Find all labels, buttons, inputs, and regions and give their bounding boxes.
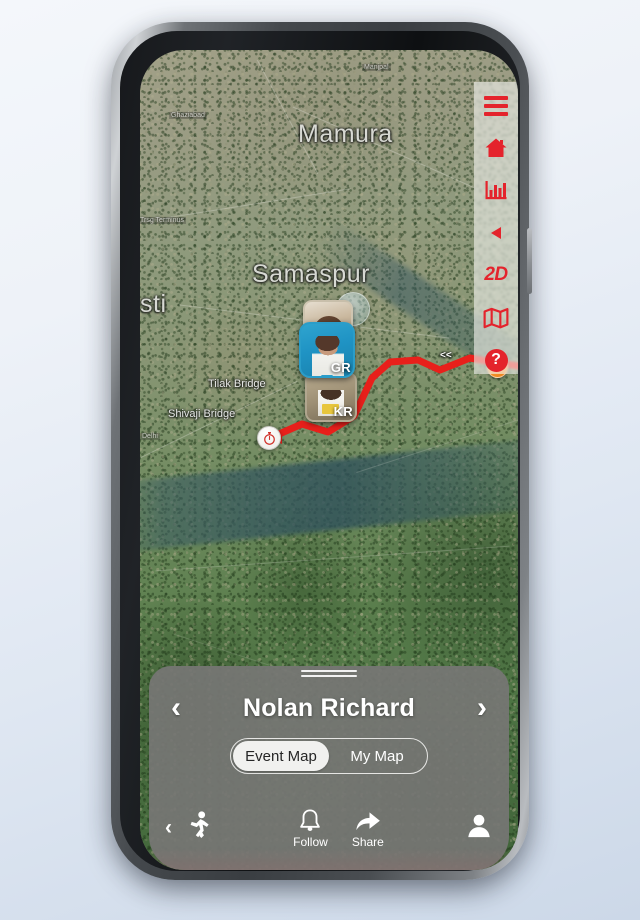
home-icon — [485, 138, 507, 158]
back-button[interactable]: ‹ — [165, 816, 172, 840]
timing-checkpoint-marker[interactable] — [257, 426, 281, 450]
runner-marker-stack[interactable]: KR GR — [299, 292, 370, 430]
phone-inner-bezel: Manjpal Ghaziabad Mamura Trsg Terminus S… — [120, 31, 520, 871]
share-arrow-icon — [356, 811, 380, 830]
runner-card-gr-selected[interactable]: GR — [299, 322, 355, 378]
stopwatch-icon — [263, 431, 275, 445]
map-tools-sidebar[interactable]: 2D ? — [474, 82, 518, 374]
map-mode-segmented-control[interactable]: Event Map My Map — [230, 738, 428, 774]
hamburger-icon — [484, 95, 508, 116]
phone-screen: Manjpal Ghaziabad Mamura Trsg Terminus S… — [140, 50, 518, 870]
panel-drag-handle[interactable] — [301, 670, 357, 680]
stats-button[interactable] — [481, 177, 511, 204]
tab-my-map[interactable]: My Map — [329, 741, 425, 771]
tab-event-map[interactable]: Event Map — [233, 741, 329, 771]
athlete-detail-panel[interactable]: ‹ Nolan Richard › Event Map My Map ‹ Fol… — [149, 666, 509, 870]
bell-icon — [300, 808, 321, 831]
map-layers-button[interactable] — [481, 304, 511, 331]
2d-icon: 2D — [484, 264, 508, 286]
share-button[interactable]: Share — [352, 808, 384, 849]
share-label: Share — [351, 834, 384, 849]
follow-label: Follow — [293, 834, 328, 849]
home-button[interactable] — [481, 134, 511, 161]
phone-side-button[interactable] — [527, 228, 532, 294]
prev-athlete-button[interactable]: ‹ — [165, 693, 187, 723]
page-title: Nolan Richard — [242, 693, 416, 722]
map-icon — [483, 307, 509, 329]
athletes-button[interactable] — [186, 810, 212, 846]
person-icon — [468, 814, 490, 837]
follow-button[interactable]: Follow — [293, 808, 328, 849]
running-person-icon — [190, 810, 209, 838]
runner-card-tag: GR — [330, 360, 351, 375]
runner-card-tag: KR — [333, 404, 353, 419]
triangle-left-icon — [491, 226, 501, 239]
menu-button[interactable] — [481, 92, 511, 119]
help-button[interactable]: ? — [481, 347, 511, 374]
panel-title-row: ‹ Nolan Richard › — [149, 688, 509, 728]
phone-outer-frame: Manjpal Ghaziabad Mamura Trsg Terminus S… — [111, 22, 532, 880]
runner-card-kr[interactable]: KR — [305, 372, 357, 422]
bar-chart-icon — [485, 180, 507, 199]
marker-pin-tail — [321, 375, 333, 376]
profile-button[interactable] — [465, 812, 493, 845]
view-mode-button[interactable]: 2D — [481, 262, 511, 289]
panel-bottom-toolbar: ‹ Follow Share — [149, 800, 509, 856]
question-mark-icon: ? — [484, 348, 508, 372]
panel-actions: Follow Share — [212, 808, 465, 849]
phone-mockup: Manjpal Ghaziabad Mamura Trsg Terminus S… — [111, 22, 532, 884]
next-athlete-button[interactable]: › — [471, 693, 493, 723]
collapse-button[interactable] — [481, 219, 511, 246]
